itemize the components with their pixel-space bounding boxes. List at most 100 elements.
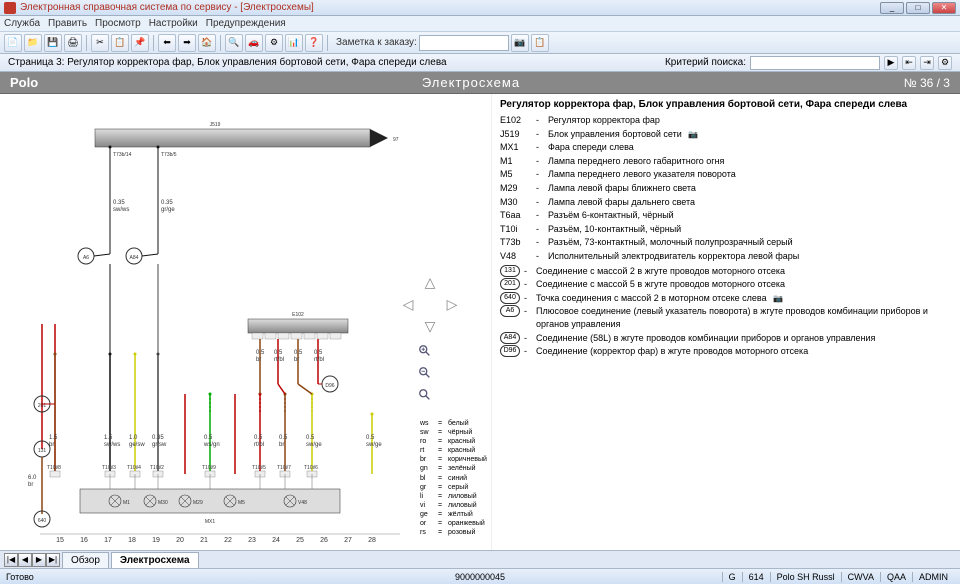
- svg-text:T10i/4: T10i/4: [127, 465, 141, 471]
- close-button[interactable]: ✕: [932, 2, 956, 14]
- svg-text:0.5: 0.5: [274, 350, 283, 356]
- toolbar-btn-1[interactable]: 📄: [4, 34, 22, 52]
- toolbar-btn-11[interactable]: 🔍: [225, 34, 243, 52]
- title-bar: Электронная справочная система по сервис…: [0, 0, 960, 16]
- legend-item: E102-Регулятор корректора фар: [500, 114, 952, 127]
- tab-overview[interactable]: Обзор: [62, 552, 109, 568]
- svg-text:25: 25: [296, 537, 304, 544]
- menu-service[interactable]: Служба: [4, 18, 40, 29]
- toolbar: 📄 📁 💾 🖨 ✂ 📋 📌 ⬅ ➡ 🏠 🔍 🚗 ⚙ 📊 ❓ Заметка к …: [0, 32, 960, 54]
- toolbar-btn-note1[interactable]: 📷: [511, 34, 529, 52]
- tab-schematic[interactable]: Электросхема: [111, 552, 199, 568]
- search-label: Критерий поиска:: [665, 57, 746, 68]
- toolbar-btn-2[interactable]: 📁: [24, 34, 42, 52]
- toolbar-btn-12[interactable]: 🚗: [245, 34, 263, 52]
- tab-first-button[interactable]: |◀: [4, 553, 18, 567]
- legend-item: M30-Лампа левой фары дальнего света: [500, 196, 952, 209]
- svg-text:T73b/5: T73b/5: [161, 152, 177, 158]
- menu-edit[interactable]: Править: [48, 18, 87, 29]
- svg-text:26: 26: [320, 537, 328, 544]
- svg-text:br: br: [279, 442, 284, 448]
- zoom-out-button[interactable]: [418, 366, 434, 382]
- legend-node: 640-Точка соединения с массой 2 в моторн…: [500, 292, 952, 305]
- menu-warnings[interactable]: Предупреждения: [206, 18, 286, 29]
- doc-type: Электросхема: [422, 75, 520, 90]
- svg-text:640: 640: [38, 518, 47, 524]
- svg-text:0.5: 0.5: [306, 435, 315, 441]
- search-next-button[interactable]: ⇥: [920, 56, 934, 70]
- pan-up-button[interactable]: △: [422, 274, 438, 290]
- bottom-tabs: |◀ ◀ ▶ ▶| Обзор Электросхема: [0, 550, 960, 568]
- toolbar-btn-14[interactable]: 📊: [285, 34, 303, 52]
- status-field: ADMIN: [912, 572, 954, 582]
- search-prev-button[interactable]: ⇤: [902, 56, 916, 70]
- legend-item: MX1-Фара спереди слева: [500, 141, 952, 154]
- svg-text:0.5: 0.5: [279, 435, 288, 441]
- menu-bar: Служба Править Просмотр Настройки Предуп…: [0, 16, 960, 32]
- search-input[interactable]: [750, 56, 880, 70]
- page-number: № 36 / 3: [904, 76, 950, 90]
- toolbar-btn-7[interactable]: 📌: [131, 34, 149, 52]
- pan-right-button[interactable]: ▷: [444, 296, 460, 312]
- svg-text:16: 16: [80, 537, 88, 544]
- svg-text:19: 19: [152, 537, 160, 544]
- search-go-button[interactable]: ▶: [884, 56, 898, 70]
- svg-text:gr/ge: gr/ge: [161, 207, 175, 213]
- legend-item: T6aa-Разъём 6-контактный, чёрный: [500, 209, 952, 222]
- svg-text:0.35: 0.35: [152, 435, 164, 441]
- status-field: CWVA: [841, 572, 880, 582]
- svg-text:br: br: [28, 482, 33, 488]
- toolbar-btn-8[interactable]: ⬅: [158, 34, 176, 52]
- svg-text:0.35: 0.35: [113, 200, 125, 206]
- pan-left-button[interactable]: ◁: [400, 296, 416, 312]
- svg-text:sw/ge: sw/ge: [366, 442, 382, 448]
- svg-text:gr/sw: gr/sw: [152, 442, 167, 448]
- menu-settings[interactable]: Настройки: [149, 18, 198, 29]
- svg-text:T73b/14: T73b/14: [113, 152, 132, 158]
- svg-text:rt/bl: rt/bl: [314, 357, 324, 363]
- svg-text:21: 21: [200, 537, 208, 544]
- pan-down-button[interactable]: ▽: [422, 318, 438, 334]
- order-note-input[interactable]: [419, 35, 509, 51]
- svg-text:br: br: [294, 357, 299, 363]
- toolbar-btn-3[interactable]: 💾: [44, 34, 62, 52]
- svg-text:E102: E102: [292, 312, 304, 318]
- search-opt-button[interactable]: ⚙: [938, 56, 952, 70]
- maximize-button[interactable]: □: [906, 2, 930, 14]
- zoom-reset-button[interactable]: [418, 388, 434, 404]
- svg-text:T10i/6: T10i/6: [304, 465, 318, 471]
- toolbar-btn-15[interactable]: ❓: [305, 34, 323, 52]
- toolbar-btn-6[interactable]: 📋: [111, 34, 129, 52]
- svg-text:22: 22: [224, 537, 232, 544]
- svg-text:0.5: 0.5: [254, 435, 263, 441]
- toolbar-btn-note2[interactable]: 📋: [531, 34, 549, 52]
- svg-text:28: 28: [368, 537, 376, 544]
- legend-item: M29-Лампа левой фары ближнего света: [500, 182, 952, 195]
- toolbar-btn-4[interactable]: 🖨: [64, 34, 82, 52]
- svg-text:T10i/8: T10i/8: [47, 465, 61, 471]
- legend-node: D96-Соединение (корректор фар) в жгуте п…: [500, 345, 952, 358]
- svg-text:A84: A84: [130, 255, 139, 261]
- zoom-in-button[interactable]: [418, 344, 434, 360]
- status-field: QAA: [880, 572, 912, 582]
- wiring-diagram[interactable]: J51997T73b/140.35sw/wsT73b/50.35gr/geA6A…: [0, 94, 492, 550]
- tab-prev-button[interactable]: ◀: [18, 553, 32, 567]
- tab-last-button[interactable]: ▶|: [46, 553, 60, 567]
- tab-next-button[interactable]: ▶: [32, 553, 46, 567]
- color-legend: ws=белыйsw=чёрныйro=красныйrt=красныйbr=…: [420, 419, 487, 537]
- minimize-button[interactable]: _: [880, 2, 904, 14]
- menu-view[interactable]: Просмотр: [95, 18, 141, 29]
- svg-text:1.5: 1.5: [104, 435, 113, 441]
- legend-item: M1-Лампа переднего левого габаритного ог…: [500, 155, 952, 168]
- toolbar-btn-9[interactable]: ➡: [178, 34, 196, 52]
- svg-text:ws/gn: ws/gn: [203, 442, 220, 448]
- svg-text:T10i/9: T10i/9: [202, 465, 216, 471]
- status-text: Готово: [6, 572, 34, 582]
- toolbar-btn-13[interactable]: ⚙: [265, 34, 283, 52]
- svg-text:1.0: 1.0: [129, 435, 138, 441]
- svg-text:sw/ge: sw/ge: [306, 442, 322, 448]
- window-title: Электронная справочная система по сервис…: [20, 2, 880, 13]
- toolbar-btn-5[interactable]: ✂: [91, 34, 109, 52]
- toolbar-btn-10[interactable]: 🏠: [198, 34, 216, 52]
- legend-node: 201-Соединение с массой 5 в жгуте провод…: [500, 278, 952, 291]
